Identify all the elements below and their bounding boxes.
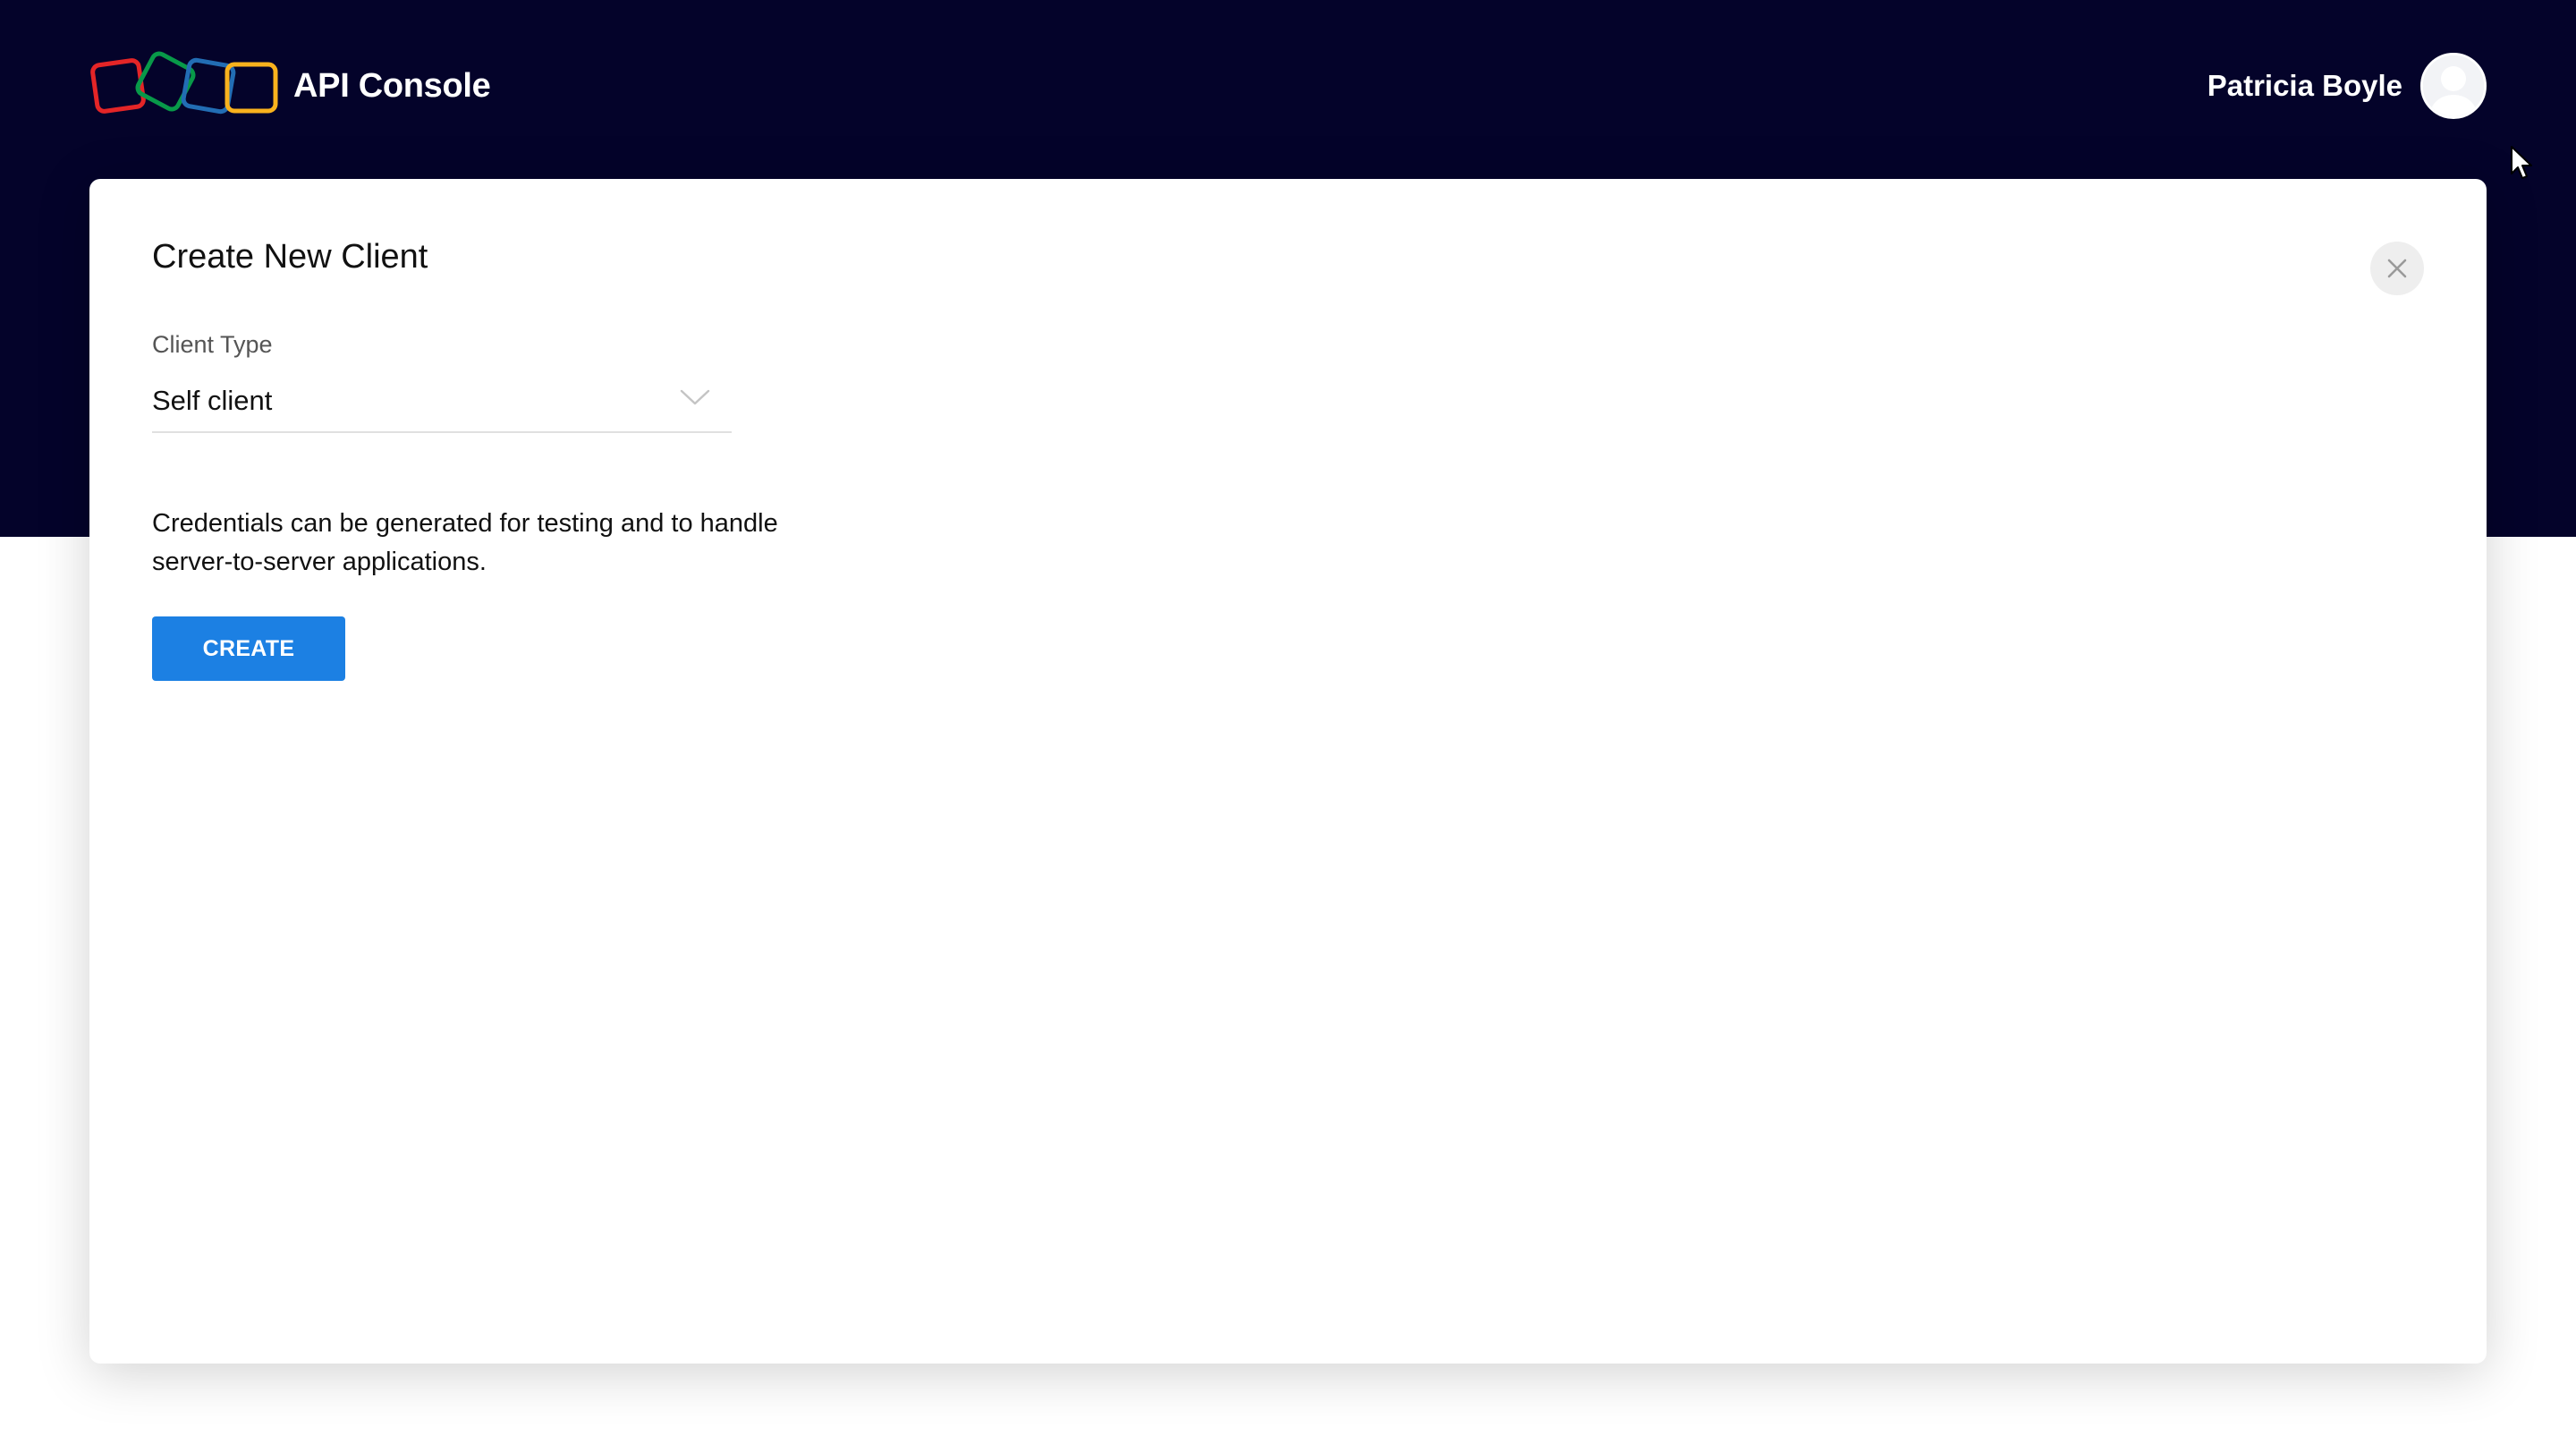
mouse-cursor-icon	[2511, 146, 2532, 179]
chevron-down-icon	[680, 389, 710, 405]
description-line: server-to-server applications.	[152, 548, 487, 576]
app-title: API Console	[293, 66, 491, 105]
client-description: Credentials can be generated for testing…	[152, 505, 832, 582]
description-line: Credentials can be generated for testing…	[152, 509, 778, 538]
brand[interactable]: API Console	[89, 50, 491, 122]
create-button[interactable]: CREATE	[152, 616, 345, 681]
client-type-value: Self client	[152, 385, 273, 416]
client-type-select[interactable]: Self client	[152, 378, 732, 433]
user-name: Patricia Boyle	[2207, 69, 2402, 102]
client-type-label: Client Type	[152, 331, 273, 358]
avatar-silhouette-icon	[2423, 55, 2484, 116]
zoho-logo-icon	[90, 51, 278, 115]
modal-title: Create New Client	[152, 238, 428, 276]
close-icon	[2387, 259, 2407, 278]
user-avatar-icon[interactable]	[2420, 53, 2487, 119]
close-button[interactable]	[2370, 242, 2424, 295]
create-client-modal: Create New Client Client Type Self clien…	[89, 179, 2487, 1364]
user-menu[interactable]: Patricia Boyle	[2207, 50, 2487, 122]
